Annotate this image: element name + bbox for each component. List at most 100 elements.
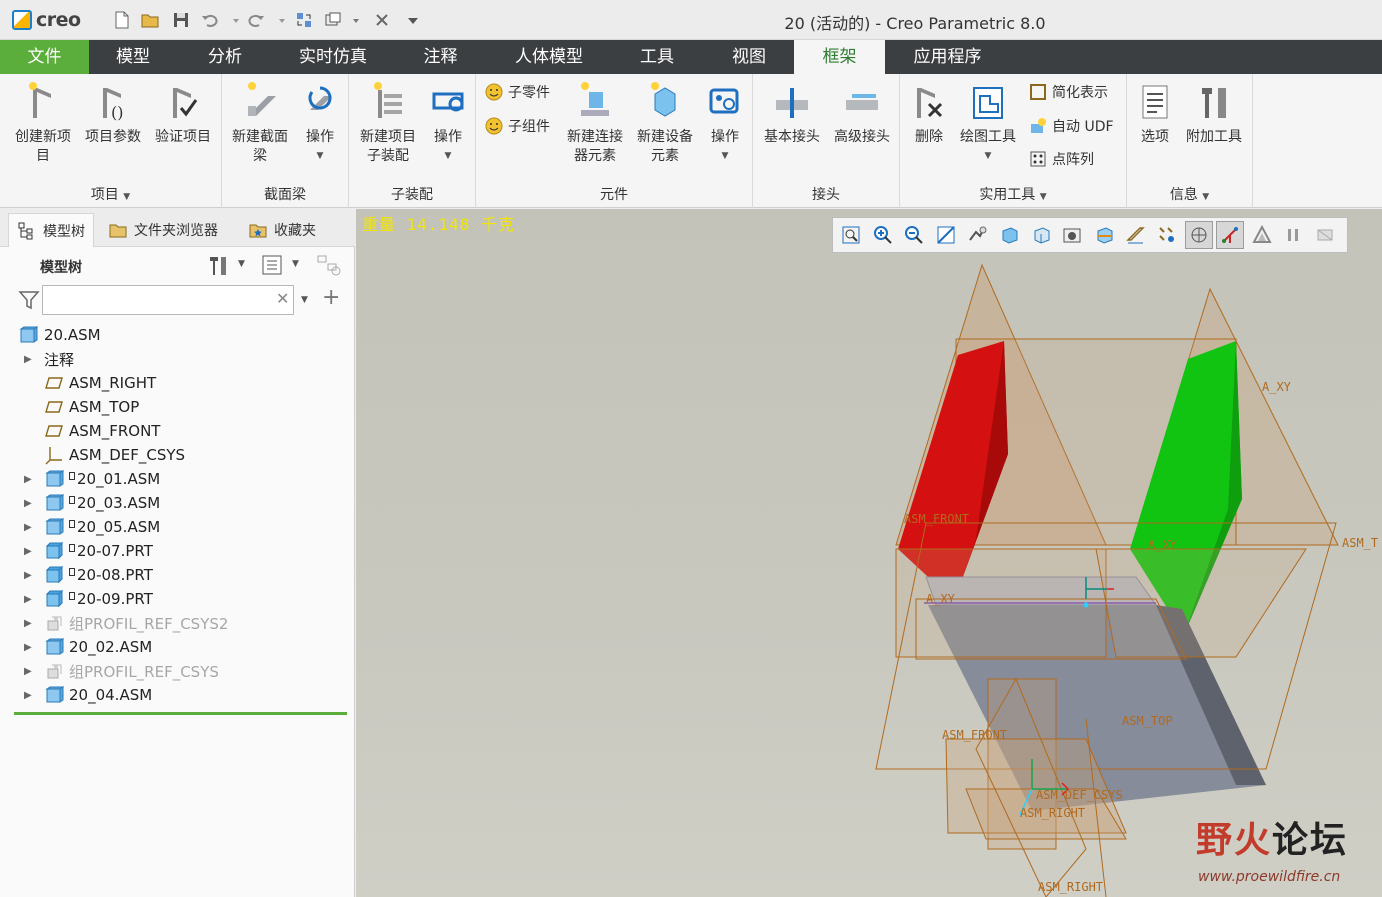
tab-favorites[interactable]: 收藏夹 — [240, 213, 324, 247]
csys-display-icon[interactable] — [1216, 221, 1245, 249]
tab-realtime-simulation[interactable]: 实时仿真 — [273, 40, 393, 74]
model-display-icon[interactable] — [1248, 221, 1276, 249]
tab-view[interactable]: 视图 — [704, 40, 794, 74]
tree-item[interactable]: ▶ 20-09.PRT — [0, 587, 350, 611]
redo-icon[interactable] — [246, 10, 266, 30]
tab-file[interactable]: 文件 — [0, 40, 89, 74]
expand-arrow-icon[interactable]: ▶ — [24, 666, 32, 677]
group-utility-label[interactable]: 实用工具 ▼ — [900, 184, 1126, 204]
tree-item[interactable]: ▶ 20_02.ASM — [0, 635, 350, 659]
new-equipment-element-button[interactable]: 新建设备 元素 — [632, 80, 698, 166]
tree-item[interactable]: ▶ 组PROFIL_REF_CSYS2 — [0, 611, 350, 635]
tree-columns-icon[interactable] — [260, 253, 284, 277]
datum-label-axy[interactable]: A_XY — [1262, 380, 1292, 394]
operations-button-1[interactable]: 操作 ▼ — [296, 80, 344, 166]
basic-joint-button[interactable]: 基本接头 — [759, 80, 825, 147]
tab-annotate[interactable]: 注释 — [393, 40, 488, 74]
operations-button-3[interactable]: 操作 ▼ — [702, 80, 748, 166]
expand-arrow-icon[interactable]: ▶ — [24, 570, 32, 581]
expand-arrow-icon[interactable]: ▶ — [24, 690, 32, 701]
advanced-joint-button[interactable]: 高级接头 — [829, 80, 895, 147]
drawing-tools-button[interactable]: 绘图工具 ▼ — [956, 80, 1020, 166]
hide-icon[interactable] — [1311, 221, 1339, 249]
tree-item[interactable]: ▶ 20_01.ASM — [0, 467, 350, 491]
tree-item[interactable]: ▶ 20_05.ASM — [0, 515, 350, 539]
expand-arrow-icon[interactable]: ▶ — [24, 354, 32, 365]
tree-item[interactable]: ▶ 20-07.PRT — [0, 539, 350, 563]
tab-applications[interactable]: 应用程序 — [885, 40, 1010, 74]
datum-label-asm-top-low[interactable]: ASM_TOP — [1122, 714, 1173, 728]
window-dropdown-icon[interactable] — [346, 10, 359, 30]
tree-filter-display-icon[interactable] — [316, 253, 342, 277]
saved-orientations-icon[interactable] — [963, 221, 991, 249]
tree-item[interactable]: ▶ 20_04.ASM — [0, 683, 350, 707]
datum-label-asm-def-csys[interactable]: ASM_DEF_CSYS — [1036, 788, 1123, 802]
tree-columns-dropdown-icon[interactable]: ▼ — [292, 259, 299, 269]
verify-project-button[interactable]: 验证项目 — [150, 80, 216, 147]
datum-label-asm-front-low[interactable]: ASM_FRONT — [942, 728, 1007, 742]
options-button[interactable]: 选项 — [1133, 80, 1177, 147]
project-params-button[interactable]: () 项目参数 — [80, 80, 146, 147]
open-folder-icon[interactable] — [140, 10, 160, 30]
new-file-icon[interactable] — [112, 10, 132, 30]
group-info-label[interactable]: 信息 ▼ — [1127, 184, 1252, 204]
zoom-in-icon[interactable] — [869, 221, 897, 249]
model-3d-scene[interactable]: A_XY ASM_FRONT ASM_T A_XY A_XY ASM_FRONT… — [356, 209, 1382, 897]
tree-settings-dropdown-icon[interactable]: ▼ — [238, 259, 245, 269]
section-icon[interactable] — [1090, 221, 1118, 249]
datum-label-asm-right-low[interactable]: ASM_RIGHT — [1020, 806, 1085, 820]
tab-framework[interactable]: 框架 — [794, 40, 885, 74]
tab-model-tree[interactable]: 模型树 — [8, 213, 94, 247]
pause-icon[interactable] — [1279, 221, 1307, 249]
close-window-icon[interactable] — [372, 10, 392, 30]
group-project-label[interactable]: 项目 ▼ — [0, 184, 221, 204]
customize-toolbar-icon[interactable] — [403, 10, 423, 30]
perspective-icon[interactable] — [1058, 221, 1086, 249]
datum-display-icon[interactable] — [1121, 221, 1149, 249]
graphics-window[interactable]: A_XY ASM_FRONT ASM_T A_XY A_XY ASM_FRONT… — [356, 209, 1382, 897]
annotation-display-icon[interactable] — [1153, 221, 1181, 249]
auto-udf-button[interactable]: 自动 UDF — [1028, 113, 1114, 139]
datum-label-axy-left[interactable]: A_XY — [926, 592, 956, 606]
tree-search-input[interactable] — [42, 285, 294, 315]
expand-arrow-icon[interactable]: ▶ — [24, 594, 32, 605]
tree-item[interactable]: ASM_RIGHT — [0, 371, 350, 395]
undo-icon[interactable] — [200, 10, 220, 30]
datum-label-asm-t[interactable]: ASM_T — [1342, 536, 1378, 550]
sub-part-button[interactable]: 子零件 — [484, 79, 550, 105]
tree-item[interactable]: ▶ 20_03.ASM — [0, 491, 350, 515]
expand-arrow-icon[interactable]: ▶ — [24, 522, 32, 533]
new-section-beam-button[interactable]: 新建截面 梁 — [228, 80, 292, 166]
search-options-dropdown-icon[interactable]: ▼ — [301, 295, 308, 305]
redo-dropdown-icon[interactable] — [272, 10, 285, 30]
display-style-icon[interactable] — [995, 221, 1023, 249]
tree-item[interactable]: ▶ 注释 — [0, 347, 350, 371]
new-connector-element-button[interactable]: 新建连接 器元素 — [562, 80, 628, 166]
view-manager-icon[interactable] — [1027, 221, 1055, 249]
tab-folder-browser[interactable]: 文件夹浏览器 — [100, 213, 226, 247]
sub-component-button[interactable]: 子组件 — [484, 113, 550, 139]
tab-manikin[interactable]: 人体模型 — [488, 40, 610, 74]
extra-tools-button[interactable]: 附加工具 — [1181, 80, 1247, 147]
spin-center-icon[interactable] — [1184, 221, 1213, 249]
expand-arrow-icon[interactable]: ▶ — [24, 642, 32, 653]
add-filter-icon[interactable]: + — [322, 285, 340, 310]
tab-model[interactable]: 模型 — [89, 40, 177, 74]
delete-button[interactable]: 删除 — [904, 80, 954, 147]
expand-arrow-icon[interactable]: ▶ — [24, 498, 32, 509]
new-project-subassembly-button[interactable]: 新建项目 子装配 — [353, 80, 423, 166]
tree-item[interactable]: ASM_TOP — [0, 395, 350, 419]
create-project-button[interactable]: 创建新项 目 — [8, 80, 78, 166]
tab-analysis[interactable]: 分析 — [177, 40, 273, 74]
expand-arrow-icon[interactable]: ▶ — [24, 618, 32, 629]
tree-item[interactable]: ASM_DEF_CSYS — [0, 443, 350, 467]
point-array-button[interactable]: 点阵列 — [1028, 146, 1094, 172]
window-icon[interactable] — [323, 10, 343, 30]
repaint-icon[interactable] — [932, 221, 960, 249]
refit-icon[interactable] — [837, 221, 865, 249]
save-icon[interactable] — [171, 10, 191, 30]
datum-label-asm-front[interactable]: ASM_FRONT — [904, 512, 969, 526]
expand-arrow-icon[interactable]: ▶ — [24, 546, 32, 557]
simplified-rep-button[interactable]: 简化表示 — [1028, 79, 1108, 105]
regenerate-icon[interactable] — [294, 10, 314, 30]
